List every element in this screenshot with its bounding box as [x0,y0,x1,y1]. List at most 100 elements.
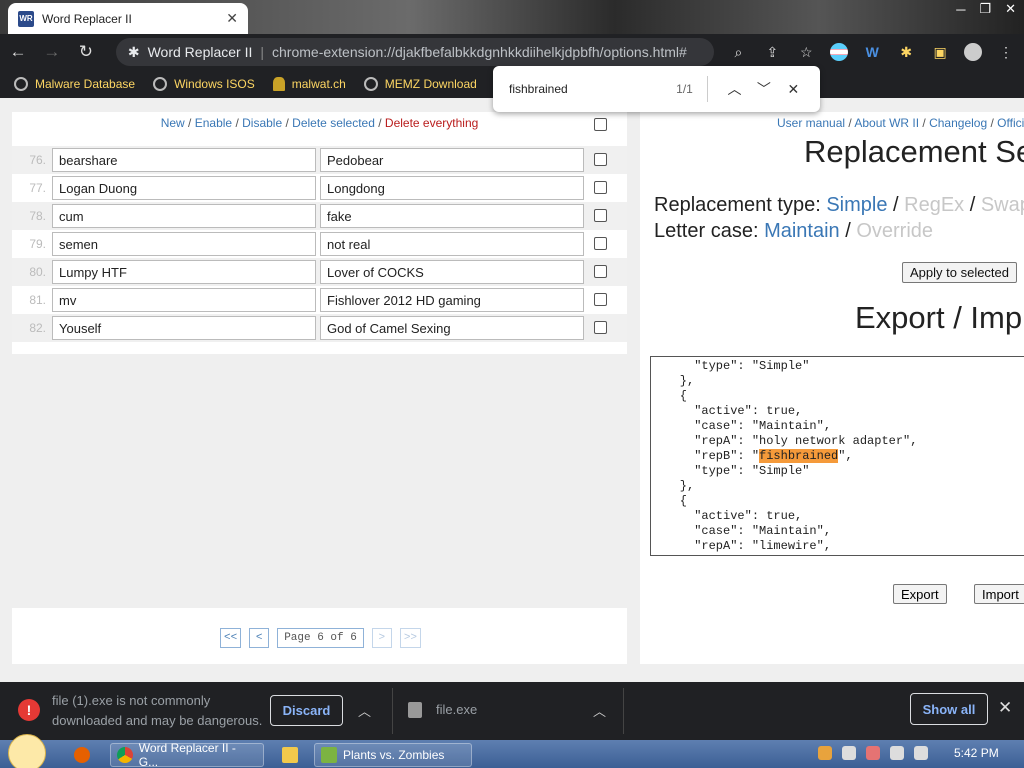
find-close-icon[interactable]: ✕ [779,81,808,98]
taskbar-app-label: Word Replacer II - G... [138,741,236,768]
profile-avatar-icon[interactable] [964,43,983,61]
row-checkbox[interactable] [594,209,607,222]
omnibox-separator: | [260,44,265,60]
delete-selected-link[interactable]: Delete selected [292,116,375,130]
last-page-button[interactable]: >> [399,628,422,648]
tray-minus-icon[interactable] [842,746,856,760]
side-panel-icon[interactable]: ▣ [930,44,950,61]
taskbar-app-chrome[interactable]: Word Replacer II - G... [110,741,264,768]
tab-close-icon[interactable]: ✕ [226,10,238,27]
row-checkbox[interactable] [594,153,607,166]
type-regex-option[interactable]: RegEx [904,194,964,216]
find-input[interactable]: fishbrained [509,82,656,96]
import-button[interactable]: Import [974,584,1024,604]
find-in-page-icon[interactable]: ⌕ [728,44,748,61]
word-replacer-extension-icon[interactable]: W [862,44,882,60]
official-link[interactable]: Offici [997,116,1024,130]
table-row: 82. Youself God of Camel Sexing [12,314,627,342]
bookmark-malwatch[interactable]: malwat.ch [272,77,346,91]
list-actions: New / Enable / Disable / Delete selected… [12,116,627,134]
show-all-button[interactable]: Show all [910,693,988,725]
maximize-icon[interactable]: ❐ [979,1,991,17]
bookmark-star-icon[interactable]: ☆ [796,44,816,61]
type-simple-option[interactable]: Simple [826,194,887,216]
omnibox-page-title: Word Replacer II [147,44,253,60]
tray-search-icon[interactable] [818,746,832,760]
case-maintain-option[interactable]: Maintain [764,220,840,242]
back-icon[interactable]: ← [8,42,28,62]
reload-icon[interactable]: ↻ [76,42,96,62]
forward-icon[interactable]: → [42,42,62,62]
tray-flag-icon[interactable] [866,746,880,760]
row-checkbox[interactable] [594,321,607,334]
window-controls: ─ ❐ ✕ [956,0,1016,18]
replacement-settings-title: Replacement Se [804,134,1024,169]
fig-icon [272,77,285,91]
extension-flag-icon[interactable] [830,43,849,61]
info-links: User manual / About WR II / Changelog / … [777,116,1024,130]
start-button-icon[interactable] [8,734,46,768]
clock[interactable]: 5:42 PM [954,746,999,760]
type-swap-option[interactable]: Swap [981,194,1024,216]
taskbar-app-pvz[interactable]: Plants vs. Zombies [314,743,472,767]
close-download-bar-icon[interactable]: ✕ [998,698,1012,718]
replace-from-input[interactable]: mv [52,288,316,312]
tray-volume-icon[interactable] [914,746,928,760]
changelog-link[interactable]: Changelog [929,116,987,130]
replace-to-input[interactable]: Lover of COCKS [320,260,584,284]
chevron-up-icon[interactable]: ︿ [358,701,371,720]
disable-link[interactable]: Disable [242,116,282,130]
replace-from-input[interactable]: Logan Duong [52,176,316,200]
row-checkbox[interactable] [594,265,607,278]
replace-to-input[interactable]: fake [320,204,584,228]
replace-to-input[interactable]: Longdong [320,176,584,200]
replace-from-input[interactable]: bearshare [52,148,316,172]
enable-link[interactable]: Enable [195,116,232,130]
replace-to-input[interactable]: God of Camel Sexing [320,316,584,340]
select-all-checkbox[interactable] [594,118,607,131]
replace-from-input[interactable]: Youself [52,316,316,340]
next-page-button[interactable]: > [371,628,392,648]
replace-from-input[interactable]: Lumpy HTF [52,260,316,284]
replace-to-input[interactable]: Pedobear [320,148,584,172]
export-json-textarea[interactable]: "type": "Simple" }, { "active": true, "c… [650,356,1024,556]
apply-to-selected-button[interactable]: Apply to selected [902,262,1018,283]
find-next-icon[interactable]: ﹀ [749,79,778,99]
share-icon[interactable]: ⇪ [762,44,782,61]
url-text[interactable]: chrome-extension://djakfbefalbkkdgnhkkdi… [272,44,687,60]
download-file-name[interactable]: file.exe [436,702,477,717]
discard-button[interactable]: Discard [270,695,343,726]
browser-tab[interactable]: WR Word Replacer II ✕ [8,3,248,34]
replace-to-input[interactable]: Fishlover 2012 HD gaming [320,288,584,312]
sep: / [964,194,981,216]
bookmark-malware-database[interactable]: Malware Database [14,77,135,91]
extensions-puzzle-icon[interactable]: ✱ [896,44,916,61]
chevron-up-icon[interactable]: ︿ [593,701,606,720]
table-row: 78. cum fake [12,202,627,230]
row-checkbox[interactable] [594,181,607,194]
prev-page-button[interactable]: < [249,628,270,648]
bookmark-memz-download[interactable]: MEMZ Download [363,77,477,91]
minimize-icon[interactable]: ─ [956,2,965,17]
replace-from-input[interactable]: semen [52,232,316,256]
user-manual-link[interactable]: User manual [777,116,845,130]
row-checkbox[interactable] [594,237,607,250]
row-number: 79. [29,237,46,251]
first-page-button[interactable]: << [220,628,242,648]
firefox-taskbar-icon[interactable] [68,743,96,767]
about-link[interactable]: About WR II [854,116,919,130]
close-window-icon[interactable]: ✕ [1005,1,1016,17]
file-explorer-taskbar-icon[interactable] [276,743,304,767]
tray-network-icon[interactable] [890,746,904,760]
new-link[interactable]: New [161,116,185,130]
menu-kebab-icon[interactable]: ⋮ [996,44,1016,61]
export-button[interactable]: Export [893,584,947,604]
replace-from-input[interactable]: cum [52,204,316,228]
replace-to-input[interactable]: not real [320,232,584,256]
case-override-option[interactable]: Override [856,220,933,242]
row-checkbox[interactable] [594,293,607,306]
address-bar[interactable]: ✱ Word Replacer II | chrome-extension://… [115,38,715,66]
bookmark-windows-isos[interactable]: Windows ISOS [153,77,255,91]
delete-everything-link[interactable]: Delete everything [385,116,478,130]
find-previous-icon[interactable]: ︿ [720,79,749,99]
